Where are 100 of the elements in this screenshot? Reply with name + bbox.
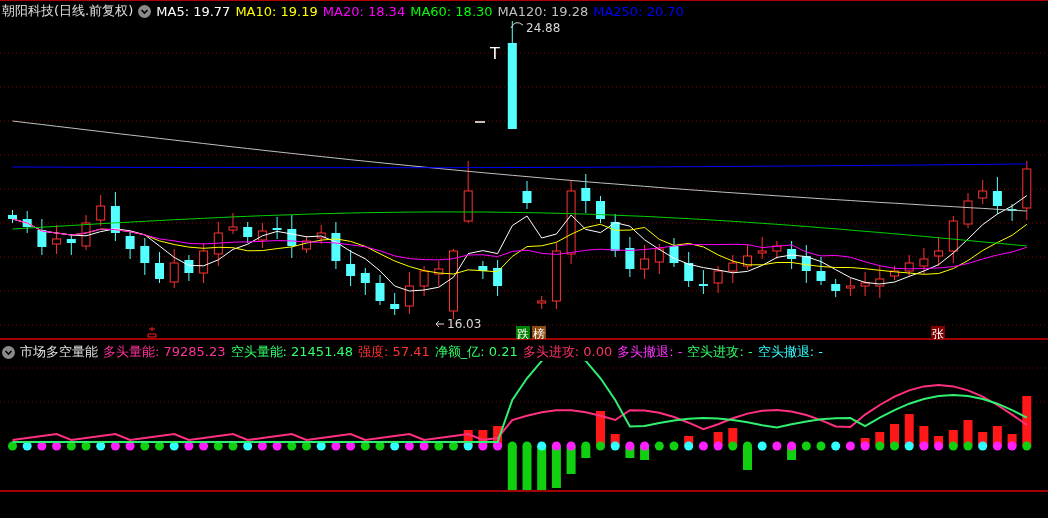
signal-dot <box>772 441 782 451</box>
candlestick <box>213 221 223 267</box>
candlestick <box>449 248 458 320</box>
signal-dot <box>1007 441 1017 451</box>
signal-dot <box>551 441 561 451</box>
signal-dot <box>713 441 723 451</box>
candlestick <box>184 254 194 282</box>
signal-dot <box>654 441 664 451</box>
signal-dot <box>390 441 400 451</box>
signal-dot <box>66 441 76 451</box>
candlestick <box>346 249 356 287</box>
dash-mark <box>474 121 486 123</box>
candlestick <box>801 244 811 284</box>
signal-dot <box>919 441 929 451</box>
indicator-value: 多头量能: 79285.23 <box>103 343 226 361</box>
signal-dot <box>669 441 679 451</box>
candlestick <box>228 212 238 235</box>
candlestick <box>360 267 370 296</box>
volume-bar <box>522 446 532 490</box>
signal-dot <box>816 441 826 451</box>
candlestick <box>125 230 135 260</box>
chevron-circle-icon[interactable] <box>138 4 152 18</box>
signal-dot <box>81 441 91 451</box>
signal-dot <box>566 441 576 451</box>
volume-bar <box>1022 396 1032 446</box>
candlestick <box>713 265 723 294</box>
candlestick <box>581 173 591 214</box>
candlestick <box>669 237 679 268</box>
candlestick <box>66 233 76 256</box>
candlestick <box>316 224 326 245</box>
signal-dot <box>199 441 209 451</box>
candlestick <box>375 274 385 306</box>
stock-title: 朝阳科技(日线.前复权) <box>2 2 134 20</box>
signal-dot <box>1022 441 1032 451</box>
chevron-circle-icon[interactable] <box>2 345 15 359</box>
candlestick <box>684 251 694 288</box>
candlestick <box>478 260 488 280</box>
signal-dot <box>875 441 885 451</box>
candlestick <box>1022 160 1032 221</box>
candlestick <box>978 179 988 205</box>
signal-dot <box>96 441 106 451</box>
indicator-value: 空头撤退: - <box>757 343 823 361</box>
signal-dot <box>316 441 326 451</box>
signal-dot <box>287 441 297 451</box>
indicator-value: 强度: 57.41 <box>358 343 430 361</box>
indicator-value: 多头进攻: 0.00 <box>522 343 613 361</box>
signal-dot <box>992 441 1002 451</box>
signal-dot <box>787 441 797 451</box>
candlestick <box>169 248 179 289</box>
signal-dot <box>801 441 811 451</box>
signal-dot <box>493 441 503 451</box>
signal-dot <box>757 441 767 451</box>
candlestick <box>992 176 1002 215</box>
signal-dot <box>625 441 635 451</box>
signal-dot <box>346 441 356 451</box>
signal-dot <box>596 441 605 451</box>
candlestick <box>52 224 62 255</box>
candlestick <box>287 214 297 259</box>
candlestick <box>419 265 429 297</box>
low-pointer-icon <box>435 320 445 328</box>
signal-dot <box>169 441 179 451</box>
candlestick <box>155 251 164 284</box>
candlestick <box>787 240 797 270</box>
signal-dot <box>948 441 958 451</box>
signal-dot <box>243 441 253 451</box>
candlestick <box>302 235 311 254</box>
signal-dot <box>110 441 120 451</box>
indicator-value: 多头撤退: - <box>617 343 683 361</box>
candlestick <box>551 242 561 310</box>
candlestick <box>757 236 767 260</box>
candlestick <box>96 194 106 227</box>
volume-bar <box>904 414 914 446</box>
candlestick <box>37 218 47 256</box>
candlestick <box>493 259 503 297</box>
signal-dot <box>963 441 973 451</box>
candlestick <box>610 213 620 258</box>
signal-dot <box>22 441 32 451</box>
candlestick <box>140 237 150 276</box>
signal-marker-icon <box>147 326 157 338</box>
signal-dot <box>213 441 223 451</box>
signal-dot <box>728 441 738 451</box>
signal-dot <box>155 441 164 451</box>
volume-bar <box>507 446 517 490</box>
volume-bar <box>537 446 547 490</box>
signal-dot <box>934 441 944 451</box>
candlestick <box>845 277 855 297</box>
signal-dot <box>375 441 385 451</box>
candlestick <box>772 240 782 260</box>
signal-dot <box>537 441 547 451</box>
candlestick <box>22 210 32 234</box>
signal-dot <box>463 441 473 451</box>
signal-dot <box>904 441 914 451</box>
candlestick <box>816 256 826 286</box>
indicator-value: 空头进攻: - <box>687 343 753 361</box>
candlestick <box>390 292 400 316</box>
signal-dot <box>331 441 341 451</box>
signal-dot <box>228 441 238 451</box>
candlestick <box>640 244 650 280</box>
candlestick <box>199 242 209 284</box>
candlestick <box>890 265 899 281</box>
